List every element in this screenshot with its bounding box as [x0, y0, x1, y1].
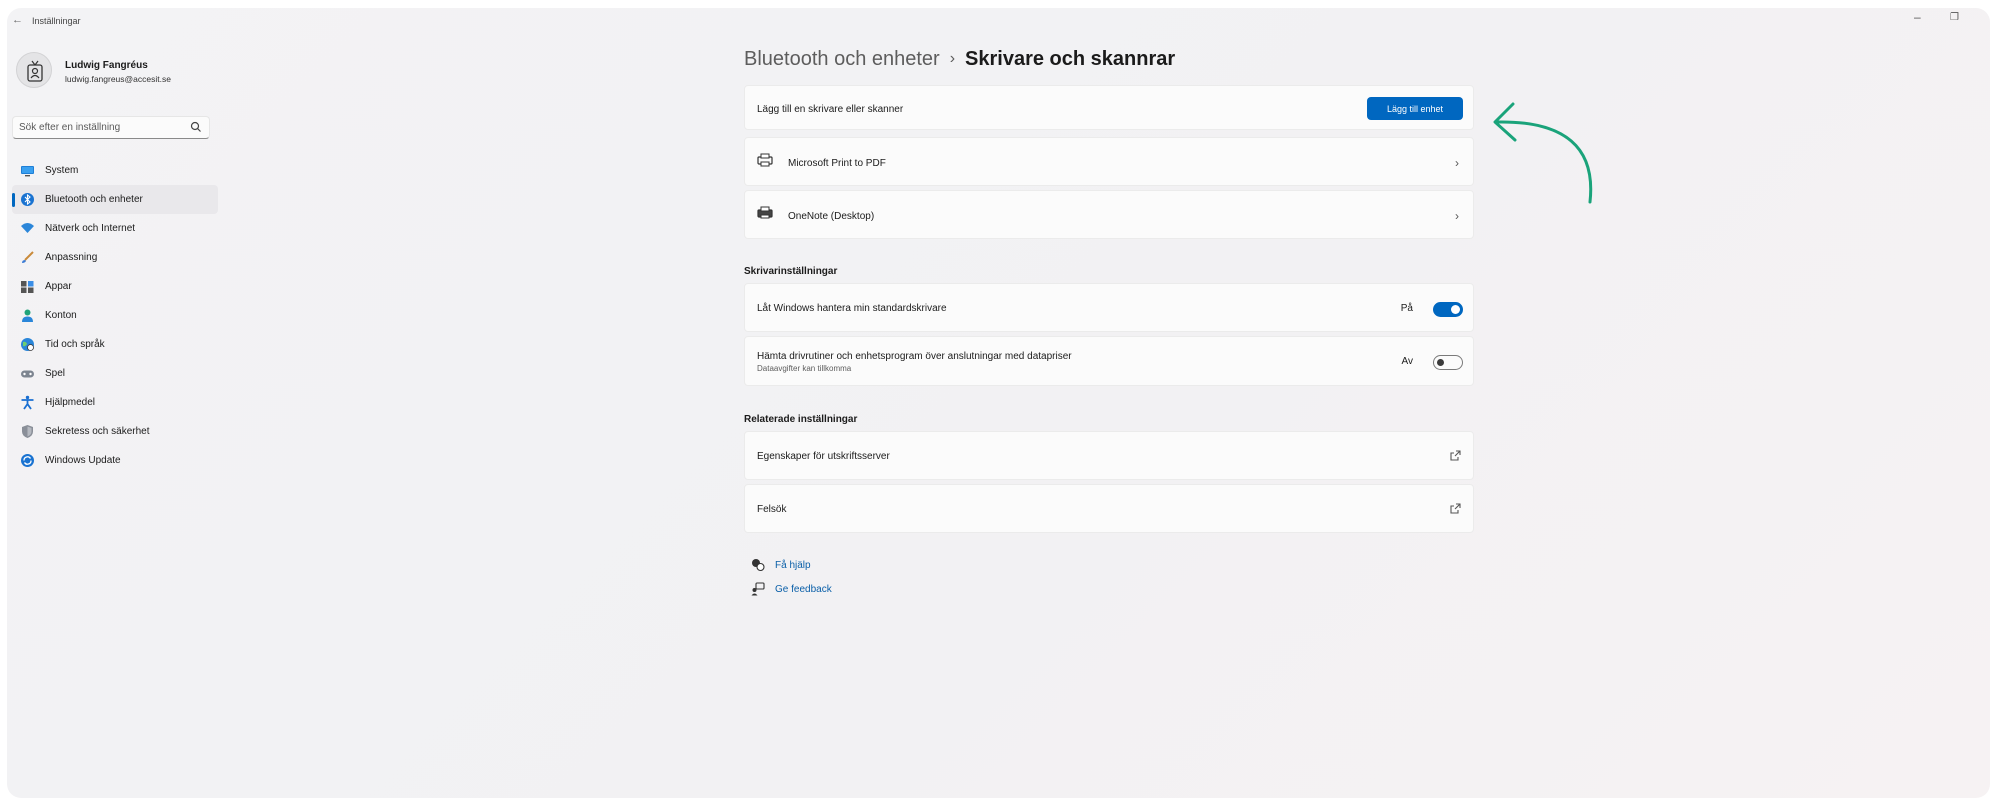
chevron-right-icon: ›	[1455, 156, 1459, 170]
globe-clock-icon	[21, 338, 34, 351]
settings-window: ← Inställningar – ❐ Ludwig Fangréus ludw…	[7, 8, 1990, 798]
device-row-onenote[interactable]: OneNote (Desktop) ›	[744, 190, 1474, 239]
add-printer-label: Lägg till en skrivare eller skanner	[757, 104, 904, 115]
external-link-icon	[1450, 503, 1461, 514]
user-profile[interactable]: Ludwig Fangréus ludwig.fangreus@accesit.…	[12, 46, 212, 96]
setting-label: Hämta drivrutiner och enhetsprogram över…	[757, 351, 1072, 362]
sidebar-item-label: Windows Update	[45, 455, 121, 466]
brush-icon	[22, 251, 34, 263]
update-icon	[21, 454, 34, 467]
sidebar-item-label: Anpassning	[45, 252, 98, 263]
toggle-state-label: På	[1400, 303, 1413, 314]
shield-icon	[22, 425, 33, 438]
sidebar-item-accounts[interactable]: Konton	[12, 301, 218, 330]
page-title: Skrivare och skannrar	[965, 48, 1176, 70]
sidebar-item-label: Sekretess och säkerhet	[45, 426, 150, 437]
search-icon[interactable]	[190, 121, 202, 133]
sidebar-item-network[interactable]: Nätverk och Internet	[12, 214, 218, 243]
troubleshoot-row[interactable]: Felsök	[744, 484, 1474, 533]
apps-icon	[21, 281, 34, 293]
device-row-microsoft-print-to-pdf[interactable]: Microsoft Print to PDF ›	[744, 137, 1474, 186]
accessibility-icon	[21, 395, 34, 410]
sidebar-item-label: Tid och språk	[45, 339, 105, 350]
external-link-icon	[1450, 450, 1461, 461]
printer-icon	[757, 206, 773, 219]
give-feedback-label: Ge feedback	[775, 584, 832, 595]
breadcrumb: Bluetooth och enheter › Skrivare och skann…	[744, 48, 1175, 71]
feedback-icon	[751, 582, 765, 596]
annotation-arrow-icon	[1493, 102, 1593, 204]
settings-search[interactable]	[12, 116, 210, 139]
monitor-icon	[21, 166, 34, 177]
sidebar-item-gaming[interactable]: Spel	[12, 359, 218, 388]
setting-label: Låt Windows hantera min standardskrivare	[757, 303, 947, 314]
wifi-icon	[21, 223, 34, 233]
help-chat-icon	[752, 559, 765, 572]
search-input[interactable]	[13, 117, 183, 138]
default-printer-setting: Låt Windows hantera min standardskrivare…	[744, 283, 1474, 332]
gamepad-icon	[21, 370, 34, 378]
get-help-label: Få hjälp	[775, 560, 811, 571]
default-printer-toggle[interactable]	[1433, 302, 1463, 317]
sidebar-nav: System Bluetooth och enheter Nätverk och…	[12, 156, 218, 475]
metered-download-toggle[interactable]	[1433, 355, 1463, 370]
print-server-properties-row[interactable]: Egenskaper för utskriftsserver	[744, 431, 1474, 480]
person-icon	[22, 309, 33, 322]
sidebar-item-label: Appar	[45, 281, 72, 292]
restore-button[interactable]: ❐	[1950, 12, 1959, 23]
sidebar-item-system[interactable]: System	[12, 156, 218, 185]
related-settings-heading: Relaterade inställningar	[744, 414, 858, 425]
printer-icon	[757, 153, 773, 167]
breadcrumb-parent[interactable]: Bluetooth och enheter	[744, 48, 940, 70]
avatar	[16, 52, 52, 88]
sidebar-item-label: System	[45, 165, 79, 176]
setting-description: Dataavgifter kan tillkomma	[757, 364, 852, 373]
related-label: Egenskaper för utskriftsserver	[757, 451, 890, 462]
bluetooth-icon	[21, 193, 34, 206]
sidebar-item-label: Konton	[45, 310, 77, 321]
chevron-right-icon: ›	[1455, 209, 1459, 223]
breadcrumb-separator: ›	[949, 50, 956, 67]
sidebar-item-privacy[interactable]: Sekretess och säkerhet	[12, 417, 218, 446]
sidebar-item-label: Spel	[45, 368, 66, 379]
metered-download-setting: Hämta drivrutiner och enhetsprogram över…	[744, 336, 1474, 386]
sidebar-item-time-language[interactable]: Tid och språk	[12, 330, 218, 359]
device-label: OneNote (Desktop)	[788, 211, 875, 222]
sidebar-item-bluetooth[interactable]: Bluetooth och enheter	[12, 185, 218, 214]
sidebar-item-label: Bluetooth och enheter	[45, 194, 143, 205]
printer-settings-heading: Skrivarinställningar	[744, 266, 838, 277]
related-label: Felsök	[757, 504, 787, 515]
sidebar-item-windows-update[interactable]: Windows Update	[12, 446, 218, 475]
user-name: Ludwig Fangréus	[65, 60, 148, 71]
minimize-button[interactable]: –	[1914, 10, 1921, 24]
device-label: Microsoft Print to PDF	[788, 158, 886, 169]
back-button[interactable]: ←	[12, 14, 23, 26]
sidebar-item-accessibility[interactable]: Hjälpmedel	[12, 388, 218, 417]
add-printer-card: Lägg till en skrivare eller skanner Lägg…	[744, 85, 1474, 130]
title-bar: ← Inställningar – ❐	[7, 8, 1990, 34]
person-badge-icon	[27, 60, 43, 82]
app-title: Inställningar	[32, 16, 81, 26]
sidebar-item-label: Nätverk och Internet	[45, 223, 136, 234]
add-device-button[interactable]: Lägg till enhet	[1367, 97, 1463, 120]
toggle-state-label: Av	[1401, 356, 1414, 367]
user-email: ludwig.fangreus@accesit.se	[65, 74, 171, 84]
sidebar-item-apps[interactable]: Appar	[12, 272, 218, 301]
sidebar-item-personalization[interactable]: Anpassning	[12, 243, 218, 272]
sidebar-item-label: Hjälpmedel	[45, 397, 96, 408]
